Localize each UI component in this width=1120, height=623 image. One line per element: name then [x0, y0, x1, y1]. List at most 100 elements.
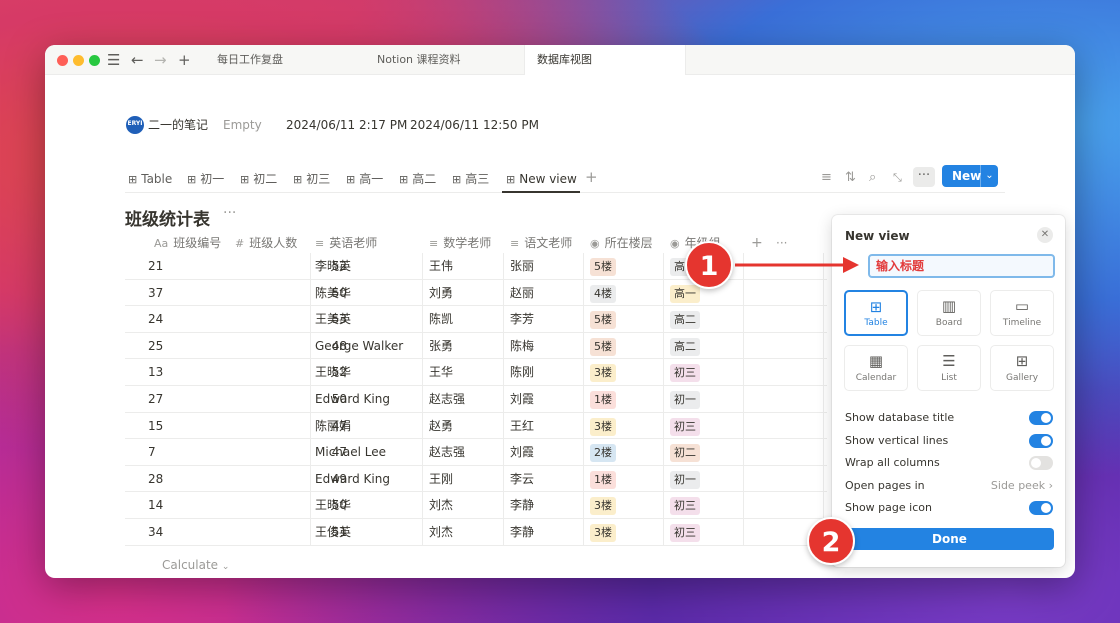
view-name-input[interactable]: 输入标题	[868, 254, 1055, 278]
table-row[interactable]: 34 51 王俊英 刘杰 李静 3楼 初三	[125, 519, 827, 546]
cell-english-teacher[interactable]: 王晓华	[315, 492, 351, 518]
view-tab-chu2[interactable]: ⊞ 初二	[240, 171, 277, 188]
sort-icon[interactable]: ⇅	[845, 170, 856, 186]
cell-class-id[interactable]: 13	[148, 359, 163, 385]
table-row[interactable]: 13 52 王晓华 王华 陈刚 3楼 初三	[125, 359, 827, 386]
cell-chinese-teacher[interactable]: 刘霞	[510, 386, 534, 412]
view-tab-chu1[interactable]: ⊞ 初一	[187, 171, 224, 188]
toggle-show-page-icon[interactable]	[1029, 501, 1053, 515]
table-row[interactable]: 27 50 Edward King 赵志强 刘霞 1楼 初一	[125, 386, 827, 413]
cell-chinese-teacher[interactable]: 李静	[510, 519, 534, 545]
col-header-chinese-teacher[interactable]: ≡ 语文老师	[510, 235, 572, 252]
cell-math-teacher[interactable]: 刘杰	[429, 492, 453, 518]
layout-calendar[interactable]: ▦ Calendar	[844, 345, 908, 391]
cell-english-teacher[interactable]: Michael Lee	[315, 439, 386, 465]
cell-floor[interactable]: 5楼	[590, 306, 616, 332]
view-tab-table[interactable]: ⊞ Table	[128, 171, 172, 188]
cell-math-teacher[interactable]: 张勇	[429, 333, 453, 359]
cell-english-teacher[interactable]: 王晓华	[315, 359, 351, 385]
cell-english-teacher[interactable]: Edward King	[315, 386, 390, 412]
cell-grade[interactable]: 初三	[670, 359, 700, 385]
cell-floor[interactable]: 3楼	[590, 413, 616, 439]
done-button[interactable]: Done	[845, 528, 1054, 550]
back-arrow-icon[interactable]: ←	[131, 51, 144, 69]
col-header-math-teacher[interactable]: ≡ 数学老师	[429, 235, 491, 252]
col-header-student-count[interactable]: # 班级人数	[235, 235, 297, 252]
view-tab-new-view[interactable]: ⊞ New view	[506, 171, 577, 188]
cell-grade[interactable]: 初一	[670, 466, 700, 492]
view-tab-gao2[interactable]: ⊞ 高二	[399, 171, 436, 188]
cell-math-teacher[interactable]: 刘杰	[429, 519, 453, 545]
cell-grade[interactable]: 初一	[670, 386, 700, 412]
cell-class-id[interactable]: 14	[148, 492, 163, 518]
cell-class-id[interactable]: 34	[148, 519, 163, 545]
view-tab-gao1[interactable]: ⊞ 高一	[346, 171, 383, 188]
cell-chinese-teacher[interactable]: 赵丽	[510, 280, 534, 306]
cell-floor[interactable]: 3楼	[590, 519, 616, 545]
col-header-class-id[interactable]: Aa 班级编号	[154, 235, 221, 252]
calculate-button[interactable]: Calculate ⌄	[162, 558, 229, 572]
cell-floor[interactable]: 1楼	[590, 386, 616, 412]
cell-class-id[interactable]: 7	[148, 439, 156, 465]
cell-english-teacher[interactable]: 陈美华	[315, 280, 351, 306]
close-icon[interactable]: ✕	[1037, 227, 1053, 243]
cell-math-teacher[interactable]: 陈凯	[429, 306, 453, 332]
cell-floor[interactable]: 4楼	[590, 280, 616, 306]
owner-name[interactable]: 二一的笔记	[148, 117, 208, 133]
empty-property[interactable]: Empty	[223, 117, 262, 133]
cell-math-teacher[interactable]: 刘勇	[429, 280, 453, 306]
cell-chinese-teacher[interactable]: 王红	[510, 413, 534, 439]
cell-grade[interactable]: 高二	[670, 306, 700, 332]
tab-daily-review[interactable]: 每日工作复盘	[205, 45, 295, 75]
cell-math-teacher[interactable]: 赵勇	[429, 413, 453, 439]
database-title[interactable]: 班级统计表	[125, 205, 210, 230]
cell-chinese-teacher[interactable]: 李芳	[510, 306, 534, 332]
filter-icon[interactable]: ≡	[821, 170, 832, 186]
toggle-show-database-title[interactable]	[1029, 411, 1053, 425]
layout-board[interactable]: ▥ Board	[917, 290, 981, 336]
cell-chinese-teacher[interactable]: 陈梅	[510, 333, 534, 359]
cell-floor[interactable]: 1楼	[590, 466, 616, 492]
expand-icon[interactable]: ⤡	[893, 170, 902, 186]
cell-english-teacher[interactable]: 陈丽娟	[315, 413, 351, 439]
minimize-window-button[interactable]	[73, 55, 84, 66]
cell-class-id[interactable]: 27	[148, 386, 163, 412]
cell-english-teacher[interactable]: 王美英	[315, 306, 351, 332]
cell-chinese-teacher[interactable]: 李静	[510, 492, 534, 518]
more-options-icon[interactable]: ···	[913, 167, 935, 187]
layout-table[interactable]: ⊞ Table	[844, 290, 908, 336]
table-row[interactable]: 14 50 王晓华 刘杰 李静 3楼 初三	[125, 492, 827, 519]
view-tab-chu3[interactable]: ⊞ 初三	[293, 171, 330, 188]
cell-grade[interactable]: 初三	[670, 413, 700, 439]
cell-english-teacher[interactable]: 李晓英	[315, 253, 351, 279]
layout-timeline[interactable]: ▭ Timeline	[990, 290, 1054, 336]
tab-database-views[interactable]: 数据库视图	[524, 45, 686, 75]
cell-math-teacher[interactable]: 赵志强	[429, 439, 465, 465]
cell-grade[interactable]: 初二	[670, 439, 700, 465]
close-window-button[interactable]	[57, 55, 68, 66]
cell-english-teacher[interactable]: George Walker	[315, 333, 403, 359]
tab-notion-course[interactable]: Notion 课程资料	[365, 45, 473, 75]
add-view-plus-icon[interactable]: +	[585, 169, 598, 185]
cell-floor[interactable]: 5楼	[590, 253, 616, 279]
table-row[interactable]: 15 47 陈丽娟 赵勇 王红 3楼 初三	[125, 413, 827, 440]
table-row[interactable]: 7 47 Michael Lee 赵志强 刘霞 2楼 初二	[125, 439, 827, 466]
cell-class-id[interactable]: 37	[148, 280, 163, 306]
cell-floor[interactable]: 5楼	[590, 333, 616, 359]
chevron-down-icon[interactable]: ⌄	[980, 165, 998, 187]
table-row[interactable]: 24 53 王美英 陈凯 李芳 5楼 高二	[125, 306, 827, 333]
cell-math-teacher[interactable]: 王伟	[429, 253, 453, 279]
cell-english-teacher[interactable]: Edward King	[315, 466, 390, 492]
cell-floor[interactable]: 3楼	[590, 359, 616, 385]
cell-class-id[interactable]: 28	[148, 466, 163, 492]
table-row[interactable]: 28 49 Edward King 王刚 李云 1楼 初一	[125, 466, 827, 493]
new-button[interactable]: New ⌄	[942, 165, 998, 187]
col-header-floor[interactable]: ◉ 所在楼层	[590, 235, 653, 252]
title-more-icon[interactable]: ···	[223, 205, 236, 221]
cell-grade[interactable]: 高二	[670, 333, 700, 359]
table-row[interactable]: 25 48 George Walker 张勇 陈梅 5楼 高二	[125, 333, 827, 360]
view-tab-gao3[interactable]: ⊞ 高三	[452, 171, 489, 188]
search-icon[interactable]: ⌕	[869, 170, 876, 186]
cell-class-id[interactable]: 21	[148, 253, 163, 279]
cell-grade[interactable]: 初三	[670, 519, 700, 545]
